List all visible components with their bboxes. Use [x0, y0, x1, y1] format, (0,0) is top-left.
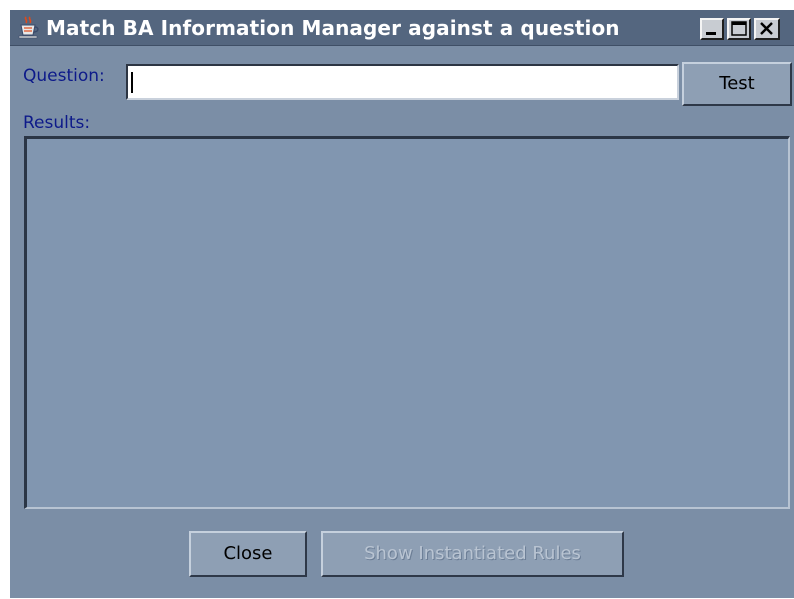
title-bar[interactable]: Match BA Information Manager against a q…	[10, 10, 794, 46]
close-icon	[760, 22, 773, 35]
test-button[interactable]: Test	[682, 62, 792, 106]
results-text-area[interactable]	[24, 136, 790, 509]
question-label: Question:	[23, 66, 105, 86]
close-button[interactable]: Close	[189, 531, 307, 577]
java-coffee-cup-icon	[17, 16, 41, 40]
dialog-window: Match BA Information Manager against a q…	[10, 10, 794, 598]
show-instantiated-rules-button[interactable]: Show Instantiated Rules	[321, 531, 624, 577]
question-input[interactable]	[126, 64, 679, 100]
minimize-icon	[706, 32, 716, 35]
maximize-icon	[731, 21, 747, 36]
text-caret	[131, 72, 133, 93]
minimize-button[interactable]	[700, 18, 724, 40]
window-title: Match BA Information Manager against a q…	[46, 16, 620, 40]
results-label: Results:	[23, 113, 91, 133]
close-window-button[interactable]	[754, 18, 780, 40]
maximize-button[interactable]	[727, 18, 751, 40]
